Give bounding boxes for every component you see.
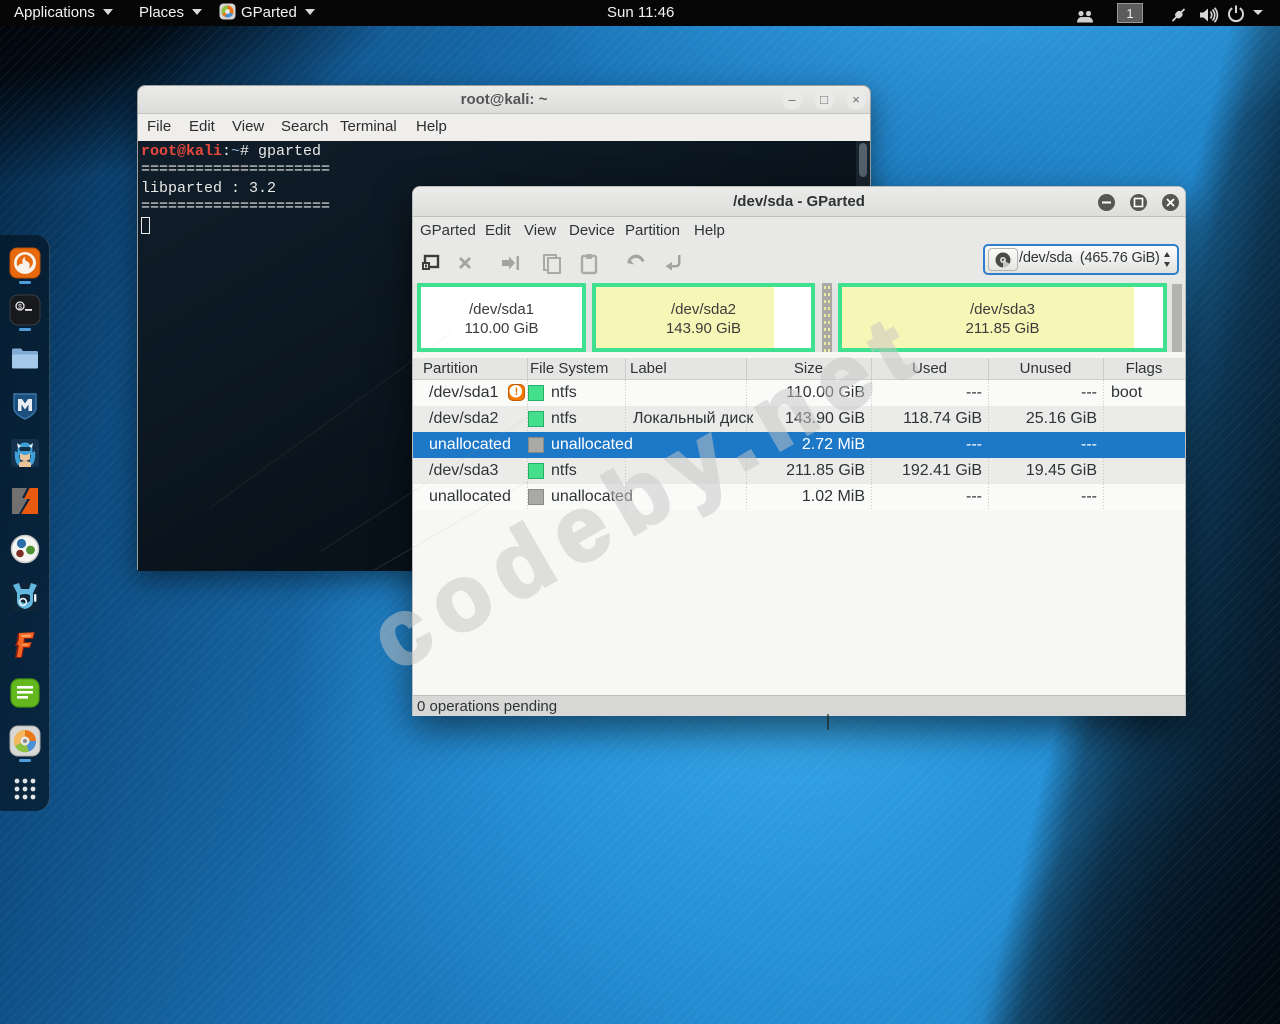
svg-text:$: $ xyxy=(18,304,22,312)
